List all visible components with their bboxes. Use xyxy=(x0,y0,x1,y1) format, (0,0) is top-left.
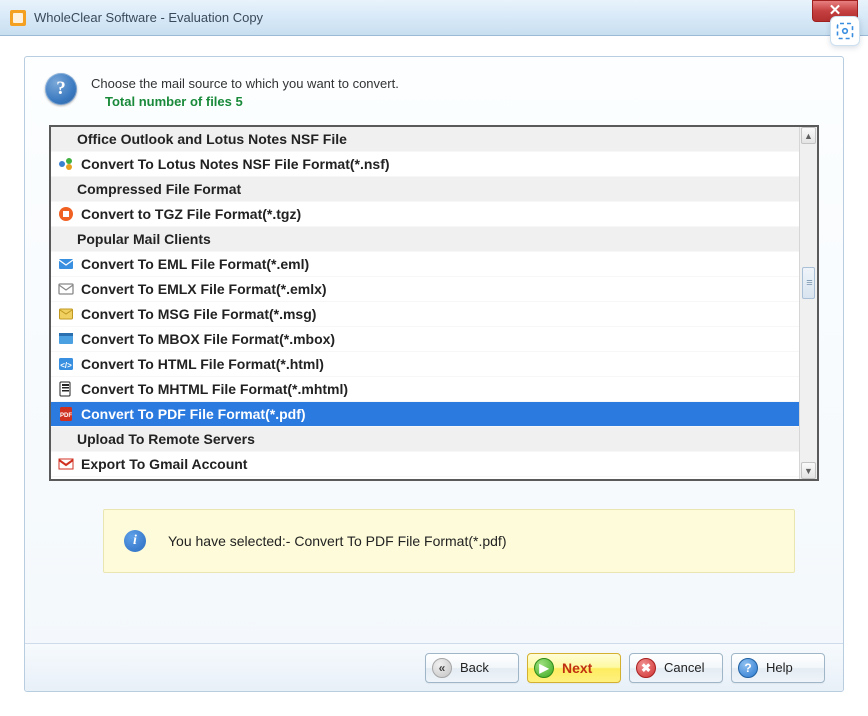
list-group-header: Upload To Remote Servers xyxy=(51,427,799,452)
info-icon: i xyxy=(124,530,146,552)
instruction-row: ? Choose the mail source to which you wa… xyxy=(25,57,843,121)
scroll-down-button[interactable]: ▼ xyxy=(801,462,816,479)
list-group-header: Popular Mail Clients xyxy=(51,227,799,252)
msg-icon xyxy=(57,305,75,323)
wizard-panel: ? Choose the mail source to which you wa… xyxy=(24,56,844,692)
back-icon: « xyxy=(432,658,452,678)
next-icon: ▶ xyxy=(534,658,554,678)
app-icon xyxy=(10,10,26,26)
list-item[interactable]: </> Convert To HTML File Format(*.html) xyxy=(51,352,799,377)
tgz-icon xyxy=(57,205,75,223)
help-icon: ? xyxy=(45,73,77,105)
list-item[interactable]: PDF Convert To PDF File Format(*.pdf) xyxy=(51,402,799,427)
list-item-label: Convert to TGZ File Format(*.tgz) xyxy=(81,206,301,222)
list-item-label: Export To Gmail Account xyxy=(81,456,247,472)
help-button-icon: ? xyxy=(738,658,758,678)
html-icon: </> xyxy=(57,355,75,373)
list-item-label: Convert To EMLX File Format(*.emlx) xyxy=(81,281,327,297)
mbox-icon xyxy=(57,330,75,348)
list-item-label: Convert To EML File Format(*.eml) xyxy=(81,256,309,272)
pdf-icon: PDF xyxy=(57,405,75,423)
window-title: WholeClear Software - Evaluation Copy xyxy=(34,10,812,25)
svg-text:</>: </> xyxy=(60,361,72,370)
eml-icon xyxy=(57,255,75,273)
list-item[interactable]: Convert To MBOX File Format(*.mbox) xyxy=(51,327,799,352)
list-group-header: Compressed File Format xyxy=(51,177,799,202)
capture-icon xyxy=(830,16,860,46)
list-item[interactable]: Convert To EMLX File Format(*.emlx) xyxy=(51,277,799,302)
list-item-label: Convert To MHTML File Format(*.mhtml) xyxy=(81,381,348,397)
list-item[interactable]: Convert To MSG File Format(*.msg) xyxy=(51,302,799,327)
help-label: Help xyxy=(766,660,793,675)
file-count-text: Total number of files 5 xyxy=(105,93,399,111)
nsf-icon xyxy=(57,155,75,173)
svg-text:PDF: PDF xyxy=(60,413,72,419)
cancel-icon: ✖ xyxy=(636,658,656,678)
app-window: WholeClear Software - Evaluation Copy ✕ … xyxy=(0,0,868,716)
list-item-label: Convert To Lotus Notes NSF File Format(*… xyxy=(81,156,390,172)
list-group-label: Office Outlook and Lotus Notes NSF File xyxy=(77,131,347,147)
list-item-label: Convert To MBOX File Format(*.mbox) xyxy=(81,331,335,347)
emlx-icon xyxy=(57,280,75,298)
list-item[interactable]: Convert To EML File Format(*.eml) xyxy=(51,252,799,277)
list-item[interactable]: Convert To MHTML File Format(*.mhtml) xyxy=(51,377,799,402)
button-bar: « Back ▶ Next ✖ Cancel ? Help xyxy=(25,643,843,691)
list-group-label: Compressed File Format xyxy=(77,181,241,197)
format-list-body[interactable]: Office Outlook and Lotus Notes NSF File C… xyxy=(51,127,799,479)
list-item-label: Convert To PDF File Format(*.pdf) xyxy=(81,406,306,422)
list-group-label: Popular Mail Clients xyxy=(77,231,211,247)
gmail-icon xyxy=(57,455,75,473)
mhtml-icon xyxy=(57,380,75,398)
list-group-header: Office Outlook and Lotus Notes NSF File xyxy=(51,127,799,152)
list-item[interactable]: Convert to TGZ File Format(*.tgz) xyxy=(51,202,799,227)
help-button[interactable]: ? Help xyxy=(731,653,825,683)
format-list: Office Outlook and Lotus Notes NSF File C… xyxy=(49,125,819,481)
next-label: Next xyxy=(562,660,592,676)
list-item-label: Convert To HTML File Format(*.html) xyxy=(81,356,324,372)
back-label: Back xyxy=(460,660,489,675)
next-button[interactable]: ▶ Next xyxy=(527,653,621,683)
list-item[interactable]: Convert To Lotus Notes NSF File Format(*… xyxy=(51,152,799,177)
scrollbar[interactable]: ▲ ≡ ▼ xyxy=(799,127,817,479)
cancel-label: Cancel xyxy=(664,660,704,675)
back-button[interactable]: « Back xyxy=(425,653,519,683)
scroll-thumb[interactable]: ≡ xyxy=(802,267,815,299)
list-item[interactable]: Export To Gmail Account xyxy=(51,452,799,477)
title-bar: WholeClear Software - Evaluation Copy ✕ xyxy=(0,0,868,36)
instruction-text: Choose the mail source to which you want… xyxy=(91,75,399,93)
scroll-up-button[interactable]: ▲ xyxy=(801,127,816,144)
selection-info-text: You have selected:- Convert To PDF File … xyxy=(168,533,506,549)
list-item-label: Convert To MSG File Format(*.msg) xyxy=(81,306,316,322)
list-group-label: Upload To Remote Servers xyxy=(77,431,255,447)
selection-info-box: i You have selected:- Convert To PDF Fil… xyxy=(103,509,795,573)
cancel-button[interactable]: ✖ Cancel xyxy=(629,653,723,683)
